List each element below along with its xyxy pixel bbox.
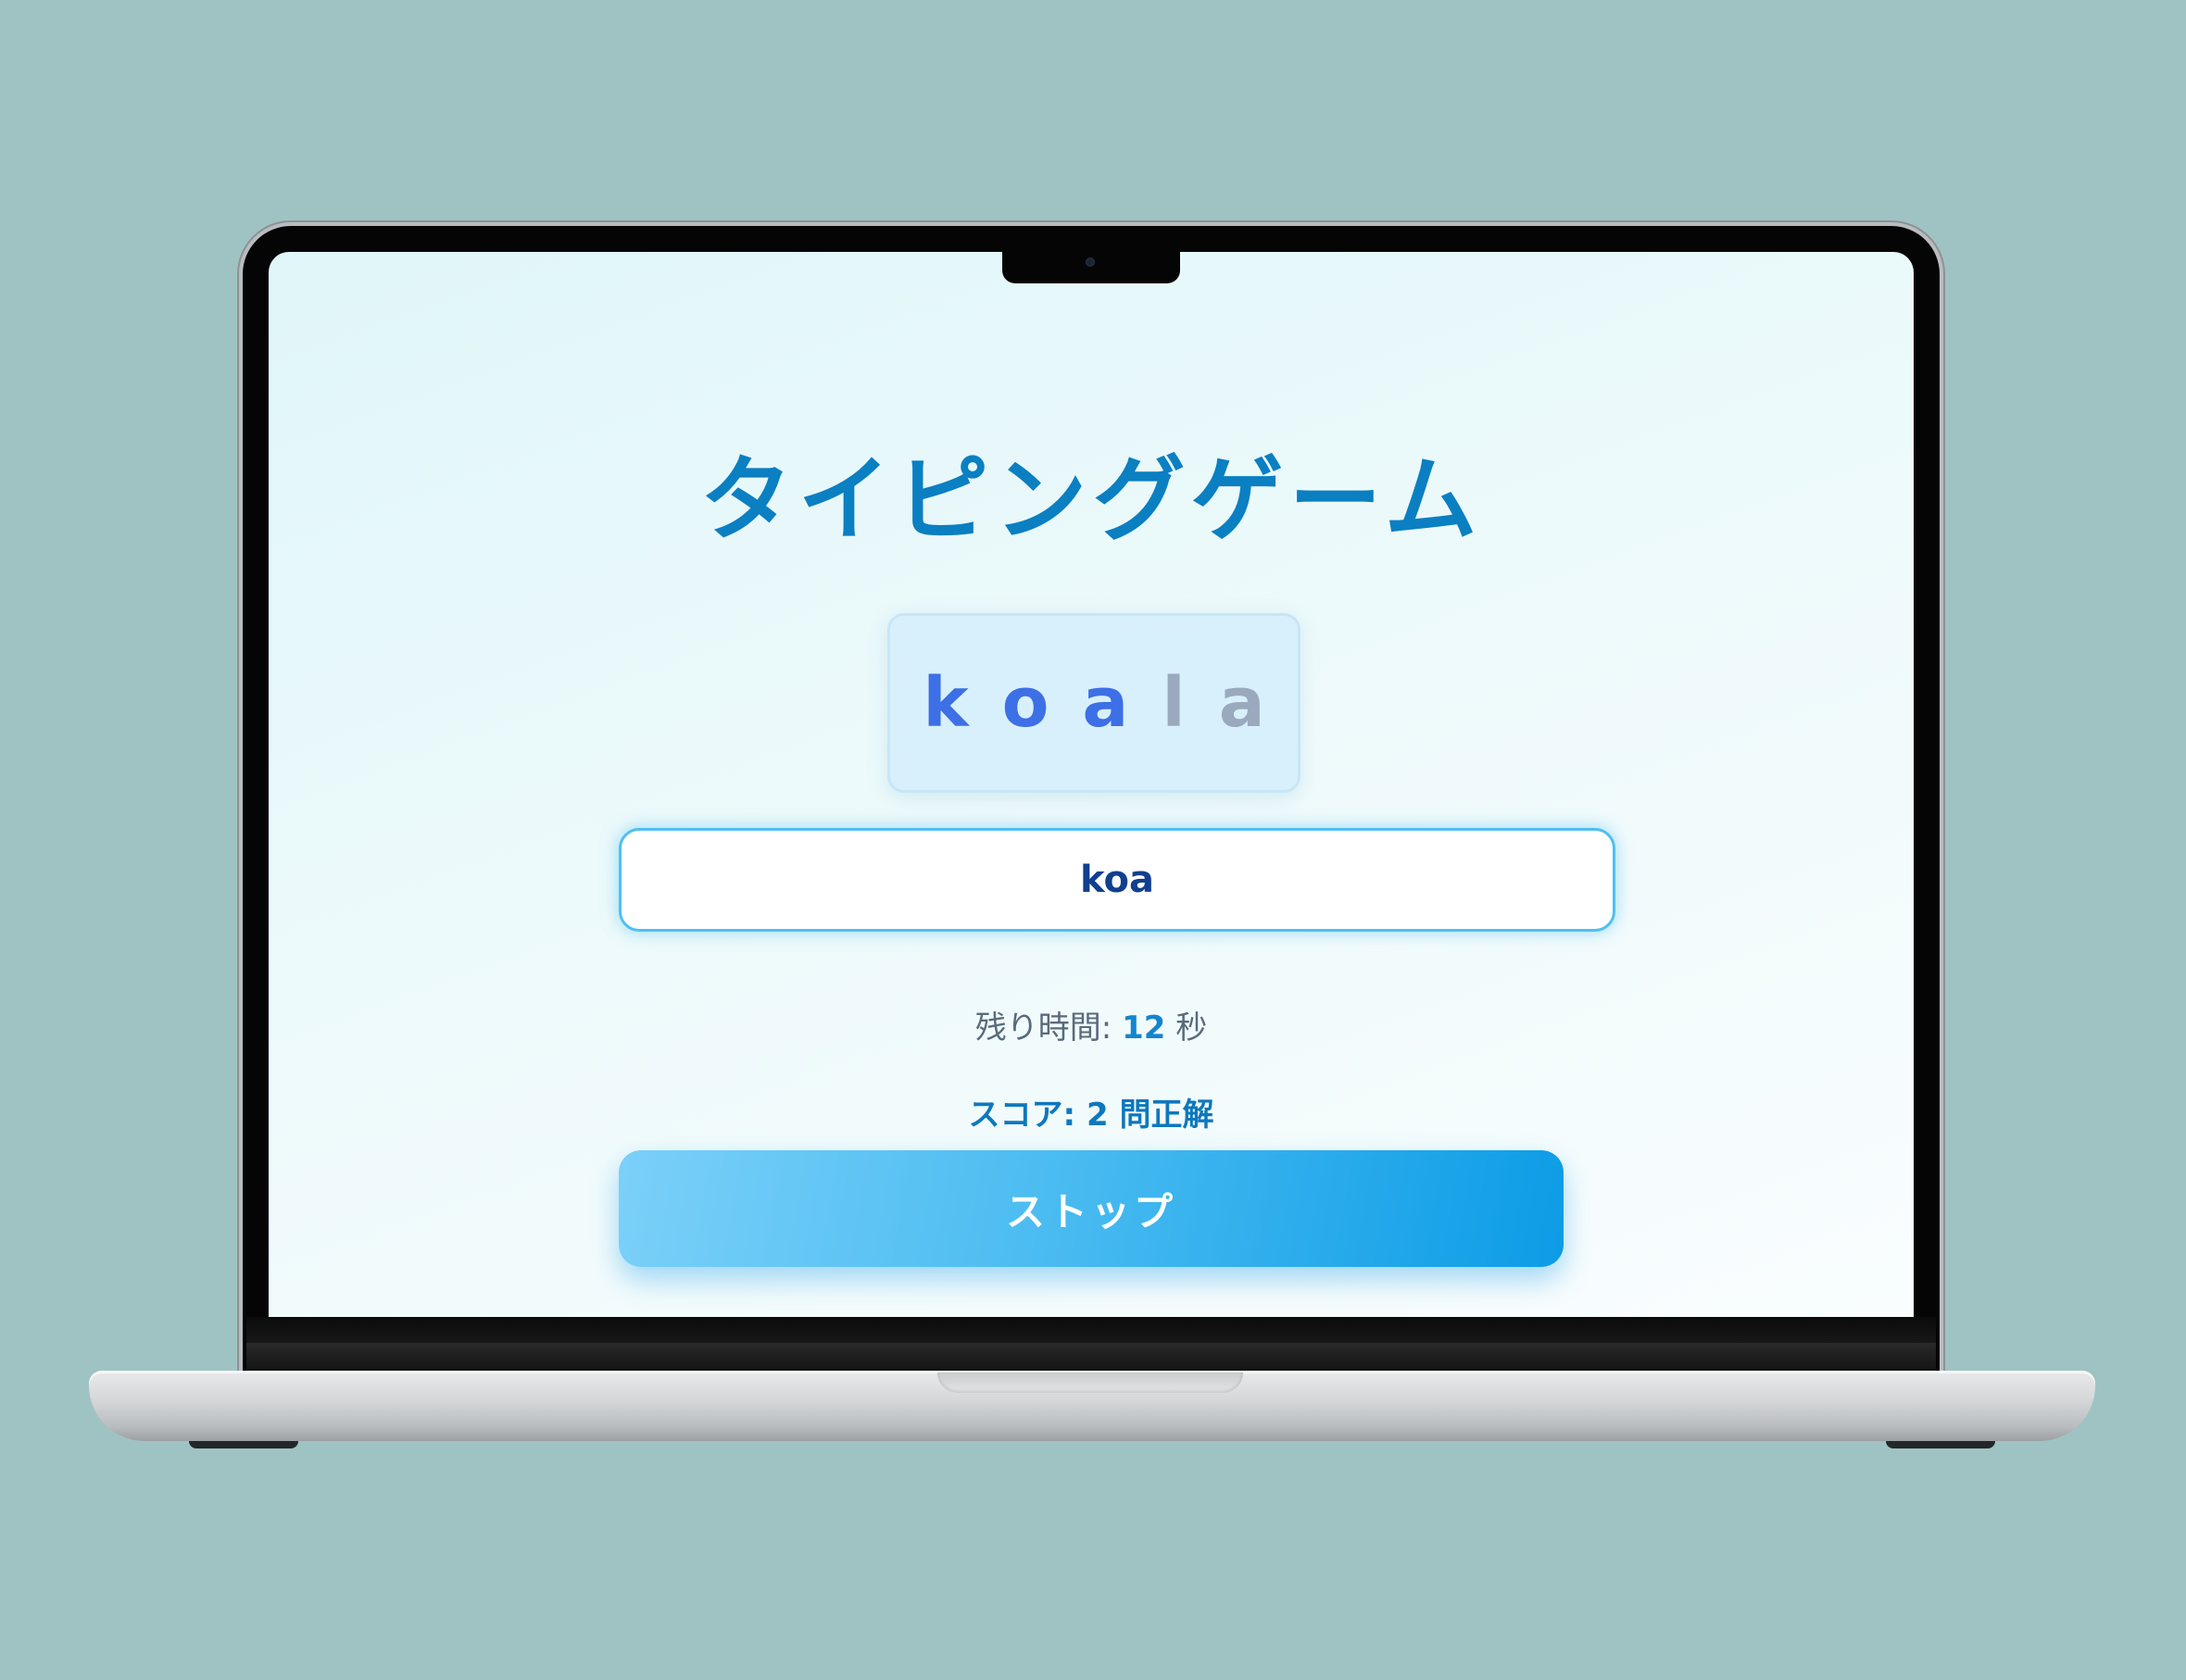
laptop-hinge xyxy=(246,1343,1936,1373)
page-title: タイピングゲーム xyxy=(699,445,1483,554)
target-letter: k xyxy=(923,663,969,743)
app-screen: タイピングゲーム k o a l a 残り時間: 12 秒 スコア: 2 問正解… xyxy=(269,252,1914,1317)
typing-input[interactable] xyxy=(619,828,1615,932)
score-display: スコア: 2 問正解 xyxy=(968,1097,1214,1134)
target-letter: a xyxy=(1082,663,1129,743)
target-letter: o xyxy=(1001,663,1049,743)
stop-button[interactable]: ストップ xyxy=(619,1150,1564,1267)
timer-value: 12 xyxy=(1122,1009,1166,1047)
camera-icon xyxy=(1086,257,1095,267)
target-word-card: k o a l a xyxy=(887,613,1300,793)
timer-label: 残り時間: xyxy=(974,1009,1123,1047)
laptop-thumb-notch xyxy=(937,1373,1243,1393)
laptop-foot xyxy=(1886,1441,1995,1448)
timer-unit: 秒 xyxy=(1165,1009,1208,1047)
time-remaining: 残り時間: 12 秒 xyxy=(269,1002,1914,1047)
target-letter: a xyxy=(1218,663,1265,743)
target-letter: l xyxy=(1162,663,1186,743)
camera-notch xyxy=(1002,252,1180,283)
laptop-foot xyxy=(189,1441,298,1448)
